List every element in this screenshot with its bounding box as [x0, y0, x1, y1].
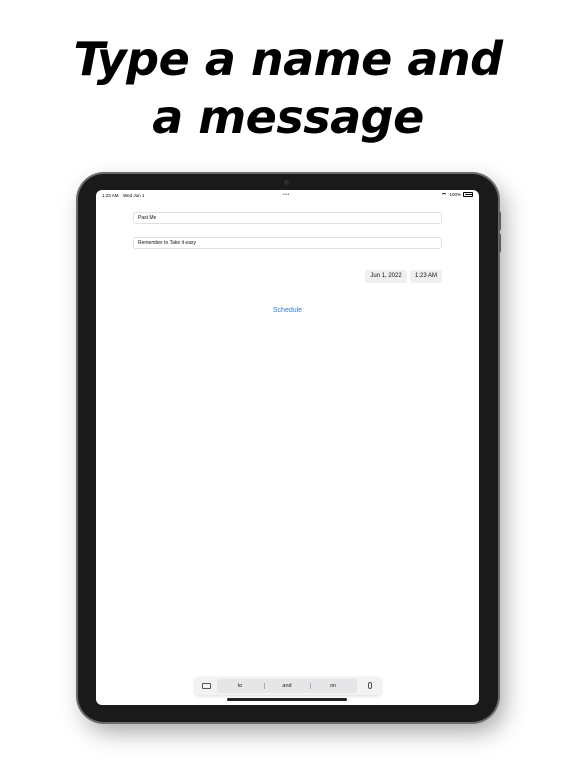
suggestion-divider: [264, 683, 265, 689]
suggestion-item[interactable]: on: [313, 679, 353, 693]
suggestion-item[interactable]: and: [267, 679, 307, 693]
time-picker-button[interactable]: 1:23 AM: [410, 270, 442, 283]
headline-line-1: Type a name and: [73, 32, 503, 86]
wifi-icon: [441, 192, 448, 197]
battery-icon: [463, 192, 473, 197]
multitasking-dots-icon[interactable]: •••: [283, 192, 290, 198]
home-indicator[interactable]: [227, 698, 347, 701]
keyboard-icon[interactable]: [202, 683, 211, 689]
schedule-button[interactable]: Schedule: [96, 307, 479, 314]
date-picker-button[interactable]: Jun 1, 2022: [365, 270, 407, 283]
keyboard-shortcut-bar: to and on: [195, 677, 381, 695]
ipad-device-frame: 1:23 AM Wed Jun 1 ••• 100% Past Me Remem…: [78, 174, 501, 722]
name-field[interactable]: Past Me: [133, 212, 442, 224]
volume-up-button: [499, 212, 501, 230]
promo-headline: Type a name and a message: [0, 30, 576, 146]
schedule-button-label: Schedule: [272, 307, 303, 314]
battery-percentage: 100%: [449, 192, 461, 197]
camera-icon: [284, 180, 289, 185]
status-indicators: 100%: [441, 192, 473, 197]
app-screen: 1:23 AM Wed Jun 1 ••• 100% Past Me Remem…: [96, 190, 479, 705]
predictive-text-bar: to and on: [217, 679, 357, 693]
status-bar: 1:23 AM Wed Jun 1 ••• 100%: [96, 190, 479, 202]
headline-line-2: a message: [152, 90, 424, 144]
status-time: 1:23 AM: [102, 193, 119, 198]
status-date: Wed Jun 1: [123, 193, 145, 198]
suggestion-item[interactable]: to: [220, 679, 260, 693]
suggestion-divider: [310, 683, 311, 689]
message-field[interactable]: Remember to Take it easy: [133, 237, 442, 249]
microphone-icon[interactable]: [368, 682, 372, 689]
volume-down-button: [499, 234, 501, 252]
